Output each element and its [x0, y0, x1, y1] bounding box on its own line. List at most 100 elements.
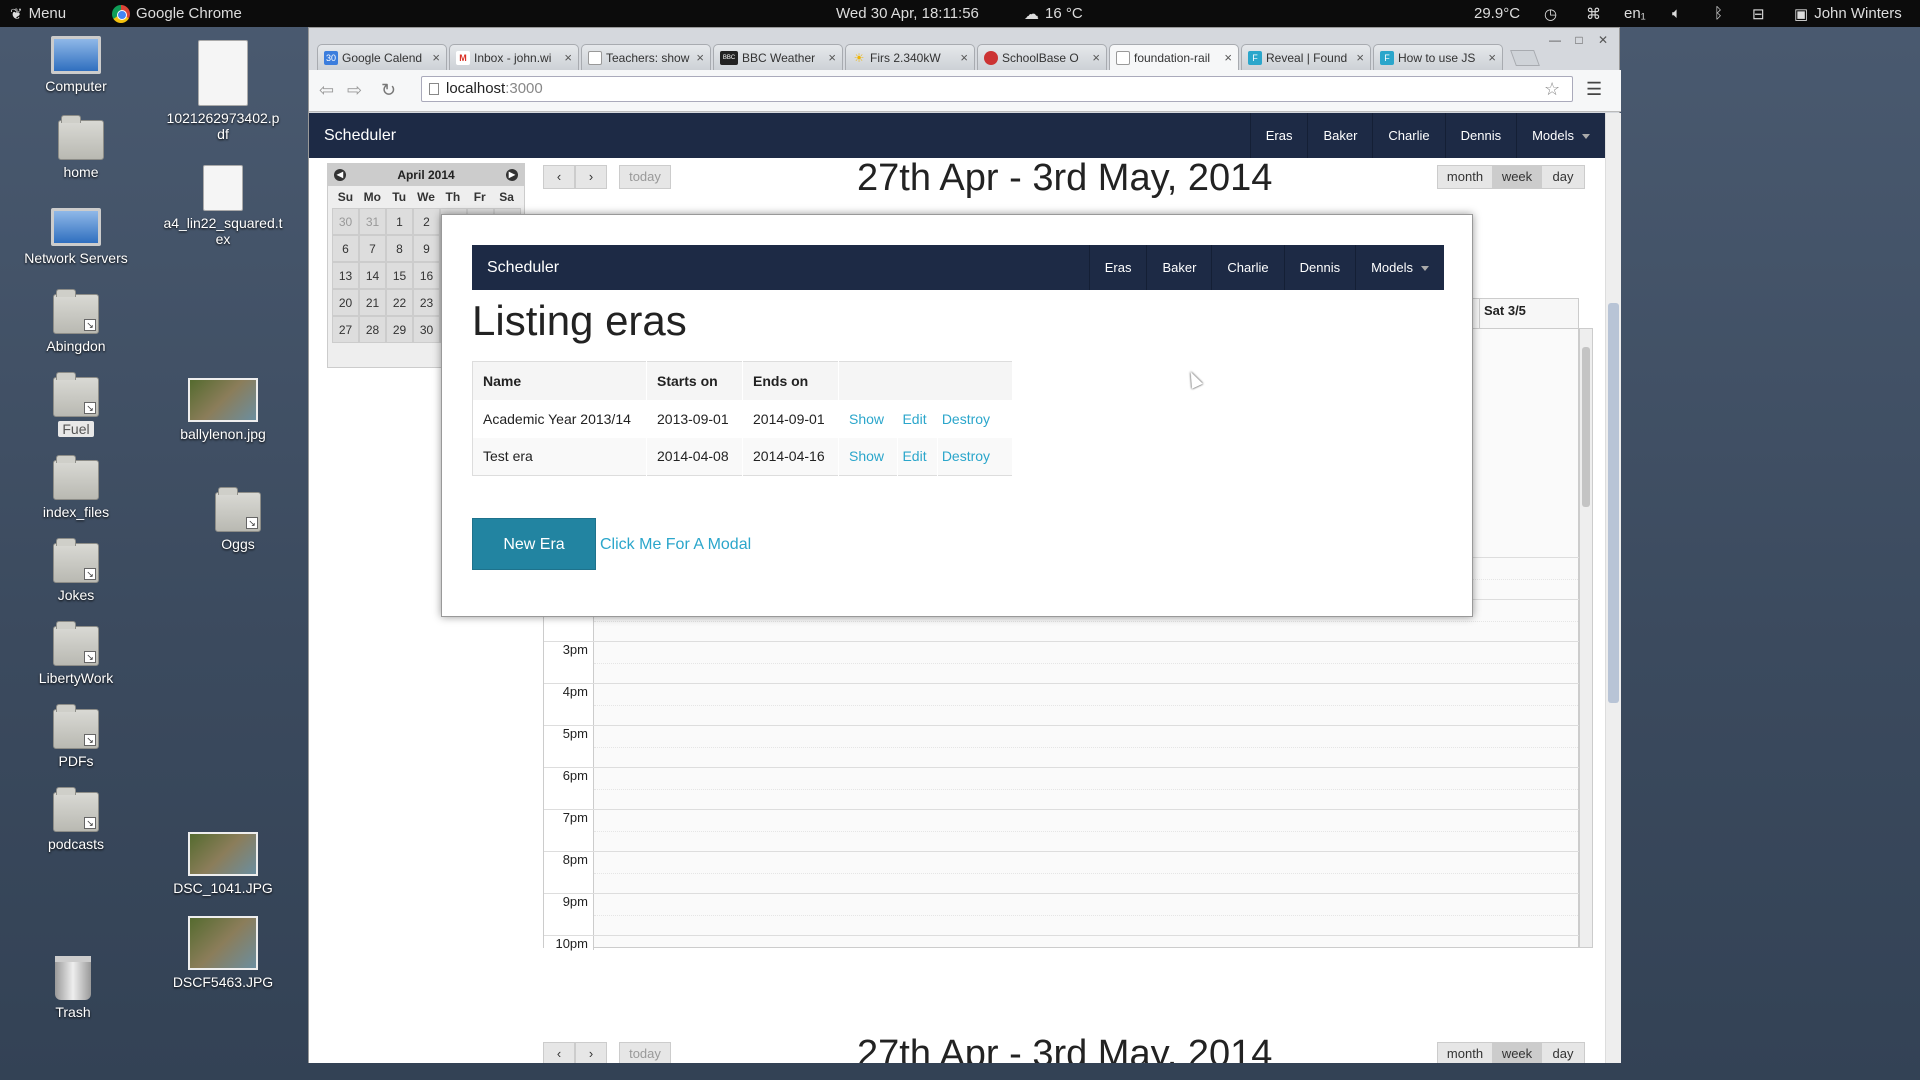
edit-link[interactable]: Edit — [902, 411, 926, 427]
modal-app-brand[interactable]: Scheduler — [487, 245, 559, 290]
day-cell[interactable]: 2 — [413, 208, 440, 235]
show-link[interactable]: Show — [849, 411, 884, 427]
desktop-icon-dsc1041[interactable]: DSC_1041.JPG — [158, 832, 288, 896]
day-cell[interactable]: 29 — [386, 316, 413, 343]
new-tab-button[interactable] — [1510, 50, 1540, 66]
day-cell[interactable]: 27 — [332, 316, 359, 343]
close-icon[interactable]: × — [564, 50, 572, 65]
open-modal-link[interactable]: Click Me For A Modal — [600, 536, 751, 554]
close-icon[interactable]: × — [1092, 50, 1100, 65]
day-cell[interactable]: 9 — [413, 235, 440, 262]
reload-icon[interactable]: ↻ — [381, 80, 396, 101]
desktop-icon-podcasts[interactable]: ↘ podcasts — [11, 787, 141, 852]
close-icon[interactable]: × — [828, 50, 836, 65]
close-icon[interactable]: × — [1224, 50, 1232, 65]
close-icon[interactable]: × — [1488, 50, 1496, 65]
day-cell[interactable]: 21 — [359, 289, 386, 316]
panel-clock[interactable]: Wed 30 Apr, 18:11:56 — [836, 0, 979, 27]
nav-charlie[interactable]: Charlie — [1211, 245, 1283, 290]
desktop-icon-dscf5463[interactable]: DSCF5463.JPG — [158, 916, 288, 990]
day-cell[interactable]: 14 — [359, 262, 386, 289]
day-cell[interactable]: 13 — [332, 262, 359, 289]
app-brand[interactable]: Scheduler — [324, 113, 396, 158]
command-icon[interactable]: ⌘ — [1586, 0, 1601, 27]
forward-icon[interactable]: ⇨ — [347, 80, 362, 101]
view-week-button-bottom[interactable]: week — [1493, 1042, 1541, 1063]
day-cell[interactable]: 20 — [332, 289, 359, 316]
desktop-icon-ballylenon[interactable]: ballylenon.jpg — [158, 378, 288, 442]
nav-baker[interactable]: Baker — [1307, 113, 1372, 158]
close-icon[interactable]: × — [696, 50, 704, 65]
day-cell[interactable]: 31 — [359, 208, 386, 235]
day-cell[interactable]: 30 — [413, 316, 440, 343]
panel-active-app[interactable]: Google Chrome — [112, 0, 242, 27]
close-icon[interactable]: × — [1356, 50, 1364, 65]
prev-week-button[interactable]: ‹ — [543, 165, 575, 189]
browser-tab[interactable]: SchoolBase O × — [977, 44, 1107, 70]
day-cell[interactable]: 1 — [386, 208, 413, 235]
browser-tab[interactable]: F How to use JS × — [1373, 44, 1503, 70]
destroy-link[interactable]: Destroy — [942, 448, 990, 464]
desktop-icon-trash[interactable]: Trash — [8, 956, 138, 1020]
nav-eras[interactable]: Eras — [1249, 113, 1308, 158]
address-bar[interactable]: localhost:3000 — [421, 76, 1573, 102]
today-button-bottom[interactable]: today — [619, 1042, 671, 1063]
time-grid-scrollbar[interactable] — [1579, 328, 1593, 948]
nav-dennis[interactable]: Dennis — [1444, 113, 1516, 158]
panel-weather[interactable]: ☁ 16 °C — [1024, 0, 1083, 27]
day-cell[interactable]: 8 — [386, 235, 413, 262]
scrollbar-thumb[interactable] — [1608, 303, 1619, 703]
browser-tab[interactable]: BBC BBC Weather × — [713, 44, 843, 70]
panel-menu[interactable]: ❦ Menu — [10, 0, 66, 27]
next-week-button-bottom[interactable]: › — [575, 1042, 607, 1063]
view-day-button-bottom[interactable]: day — [1541, 1042, 1585, 1063]
day-cell[interactable]: 15 — [386, 262, 413, 289]
browser-tab-active[interactable]: foundation-rail × — [1109, 44, 1239, 70]
back-icon[interactable]: ⇦ — [319, 80, 334, 101]
prev-week-button-bottom[interactable]: ‹ — [543, 1042, 575, 1063]
day-cell[interactable]: 28 — [359, 316, 386, 343]
desktop-icon-network-servers[interactable]: Network Servers — [11, 208, 141, 266]
nav-charlie[interactable]: Charlie — [1372, 113, 1444, 158]
view-month-button[interactable]: month — [1437, 165, 1493, 189]
bluetooth-icon[interactable]: ᛒ — [1714, 0, 1723, 27]
day-cell[interactable]: 7 — [359, 235, 386, 262]
desktop-icon-pdfs[interactable]: ↘ PDFs — [11, 704, 141, 769]
desktop-icon-index-files[interactable]: index_files — [11, 455, 141, 520]
desktop-icon-jokes[interactable]: ↘ Jokes — [11, 538, 141, 603]
day-cell[interactable]: 23 — [413, 289, 440, 316]
panel-keyboard[interactable]: en₁ — [1624, 0, 1646, 27]
close-window-icon[interactable]: ✕ — [1593, 32, 1613, 48]
view-day-button[interactable]: day — [1541, 165, 1585, 189]
maximize-icon[interactable]: □ — [1569, 32, 1589, 48]
day-cell[interactable]: 30 — [332, 208, 359, 235]
volume-icon[interactable]: 🔈︎ — [1672, 0, 1681, 27]
browser-tab[interactable]: ☀ Firs 2.340kW × — [845, 44, 975, 70]
edit-link[interactable]: Edit — [902, 448, 926, 464]
chrome-menu-icon[interactable]: ☰ — [1586, 79, 1602, 100]
desktop-icon-abingdon[interactable]: ↘ Abingdon — [11, 289, 141, 354]
prev-month-icon[interactable]: ◀ — [334, 169, 346, 181]
network-icon[interactable]: ⊟ — [1752, 0, 1765, 27]
day-cell[interactable]: 6 — [332, 235, 359, 262]
close-icon[interactable]: × — [960, 50, 968, 65]
browser-tab[interactable]: M Inbox - john.wi × — [449, 44, 579, 70]
close-icon[interactable]: × — [432, 50, 440, 65]
destroy-link[interactable]: Destroy — [942, 411, 990, 427]
desktop-icon-libertywork[interactable]: ↘ LibertyWork — [11, 621, 141, 686]
clock-icon[interactable]: ◷ — [1544, 0, 1557, 27]
desktop-icon-computer[interactable]: Computer — [11, 36, 141, 94]
scrollbar-thumb[interactable] — [1582, 347, 1590, 507]
desktop-icon-oggs[interactable]: ↘ Oggs — [173, 487, 303, 552]
minimize-icon[interactable]: — — [1545, 32, 1565, 48]
nav-models[interactable]: Models — [1355, 245, 1444, 290]
nav-models[interactable]: Models — [1516, 113, 1605, 158]
day-cell[interactable]: 16 — [413, 262, 440, 289]
desktop-icon-pdf-file[interactable]: 1021262973402.pdf — [158, 40, 288, 142]
desktop-icon-fuel[interactable]: ↘ Fuel — [11, 372, 141, 437]
panel-temperature[interactable]: 29.9°C — [1474, 0, 1520, 27]
view-week-button[interactable]: week — [1493, 165, 1541, 189]
browser-tab[interactable]: F Reveal | Found × — [1241, 44, 1371, 70]
view-month-button-bottom[interactable]: month — [1437, 1042, 1493, 1063]
today-button[interactable]: today — [619, 165, 671, 189]
